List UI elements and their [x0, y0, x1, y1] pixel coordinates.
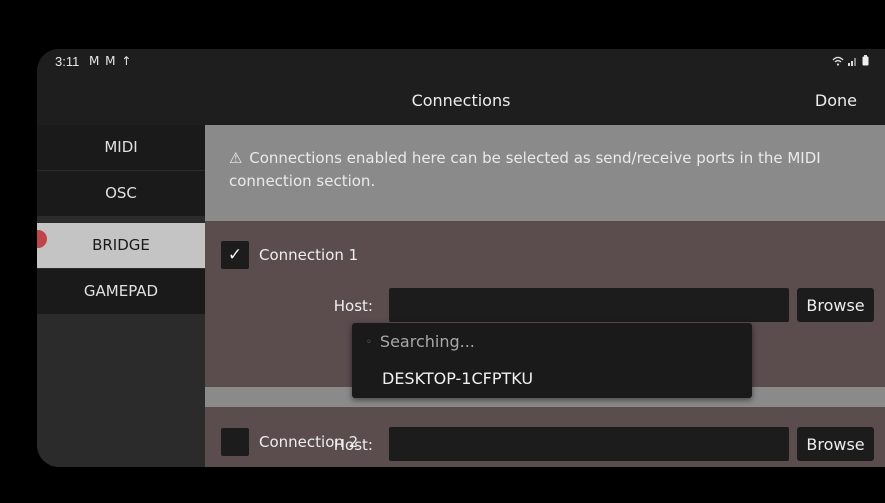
info-text: Connections enabled here can be selected…	[229, 149, 821, 190]
sidebar-item-bridge[interactable]: BRIDGE	[37, 223, 205, 268]
spinner-icon: ◦	[366, 337, 372, 348]
connection-2-browse-button[interactable]: Browse	[797, 427, 874, 461]
searching-label: Searching...	[379, 332, 475, 351]
dropdown-searching: ◦ Searching...	[366, 332, 475, 351]
status-bar: 3:11 M M ↑	[37, 49, 885, 75]
connection-1-browse-button[interactable]: Browse	[797, 288, 874, 322]
notification-icons: M M ↑	[89, 54, 133, 68]
sidebar-item-osc[interactable]: OSC	[37, 171, 205, 216]
info-banner: ⚠ Connections enabled here can be select…	[205, 125, 885, 221]
connection-1-host-input[interactable]	[389, 288, 789, 322]
connection-1-label: Connection 1	[259, 246, 359, 264]
signal-icon	[848, 56, 858, 66]
connection-2-checkbox[interactable]	[221, 428, 249, 456]
sidebar: MIDI OSC BRIDGE GAMEPAD	[37, 125, 205, 467]
warning-icon: ⚠	[229, 149, 243, 167]
host-dropdown: ◦ Searching... DESKTOP-1CFPTKU	[352, 323, 752, 398]
battery-icon	[862, 55, 869, 66]
sidebar-item-midi[interactable]: MIDI	[37, 125, 205, 170]
header-bar: Connections Done	[37, 75, 885, 125]
connection-2-host-label: Host:	[333, 436, 373, 454]
wifi-icon	[832, 56, 844, 66]
device-screen: 3:11 M M ↑ Connections Done MIDI OSC BRI…	[37, 49, 885, 467]
connection-2-host-input[interactable]	[389, 427, 789, 461]
info-message: ⚠ Connections enabled here can be select…	[229, 147, 849, 193]
dropdown-device-item[interactable]: DESKTOP-1CFPTKU	[382, 369, 533, 388]
app-frame: 3:11 M M ↑ Connections Done MIDI OSC BRI…	[0, 0, 885, 503]
connection-1-toggle[interactable]: ✓ Connection 1	[221, 241, 358, 269]
status-icons-right	[832, 55, 869, 66]
sidebar-item-gamepad[interactable]: GAMEPAD	[37, 269, 205, 314]
status-time: 3:11	[55, 54, 80, 69]
done-button[interactable]: Done	[815, 91, 857, 110]
connections-panel: ⚠ Connections enabled here can be select…	[205, 125, 885, 467]
page-title: Connections	[411, 91, 511, 110]
connection-1-checkbox[interactable]: ✓	[221, 241, 249, 269]
connection-1-host-label: Host:	[333, 297, 373, 315]
